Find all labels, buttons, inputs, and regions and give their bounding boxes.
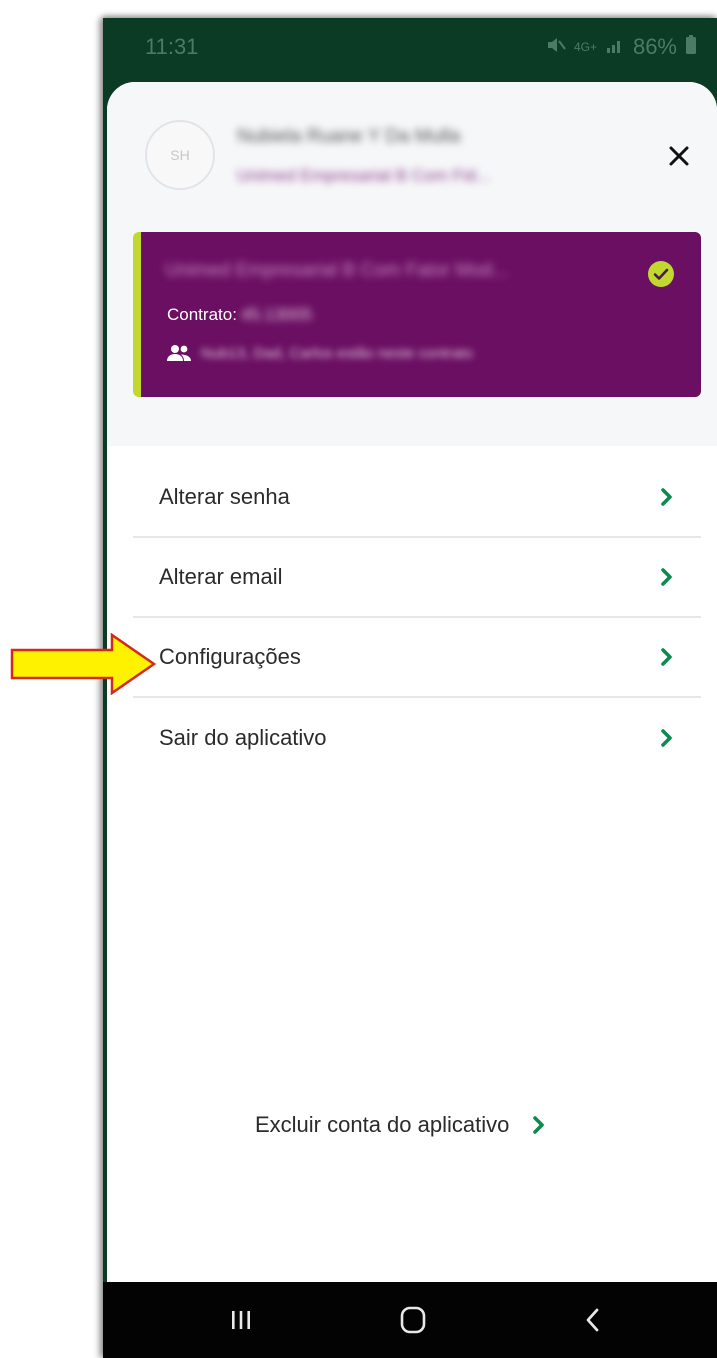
contract-label: Contrato: xyxy=(167,305,237,324)
status-bar: 11:31 4G+ 86% xyxy=(103,18,717,78)
user-name: Nubiela Ruane Y Da Mulla xyxy=(237,126,461,147)
chevron-right-icon xyxy=(533,1116,545,1134)
menu-item-alterar-senha[interactable]: Alterar senha xyxy=(133,458,701,538)
battery-percent: 86% xyxy=(632,34,677,59)
contract-number-row: Contrato: 45.13005 xyxy=(167,305,312,325)
mute-icon xyxy=(546,36,566,59)
system-nav-bar xyxy=(103,1282,717,1358)
menu-item-label: Alterar email xyxy=(159,564,283,589)
close-icon xyxy=(669,146,689,166)
chevron-right-icon xyxy=(661,568,672,586)
close-button[interactable] xyxy=(661,138,697,174)
delete-account-link[interactable]: Excluir conta do aplicativo xyxy=(255,1112,547,1138)
account-menu: Alterar senha Alterar email Configuraçõe… xyxy=(133,458,701,778)
menu-item-alterar-email[interactable]: Alterar email xyxy=(133,538,701,618)
contract-plan-title: Unimed Empresarial B Com Fator Mod... xyxy=(165,260,509,281)
avatar: SH xyxy=(145,120,215,190)
people-icon xyxy=(167,345,191,361)
beneficiaries-text: Nub13, Dad, Carlos estão neste contrato xyxy=(201,344,473,362)
contract-card[interactable]: Unimed Empresarial B Com Fator Mod... Co… xyxy=(133,232,701,397)
recent-apps-icon xyxy=(232,1311,250,1329)
status-icons: 4G+ 86% xyxy=(546,34,697,60)
user-plan: Unimed Empresarial B Com Fid... xyxy=(237,166,491,185)
network-type-icon: 4G+ xyxy=(573,40,597,54)
menu-item-configuracoes[interactable]: Configurações xyxy=(133,618,701,698)
annotation-arrow-icon xyxy=(10,633,156,695)
page: 11:31 4G+ 86% SH Nubiela Ruane Y Da Mull… xyxy=(0,0,717,1358)
contract-number: 45.13005 xyxy=(240,305,312,324)
back-button[interactable] xyxy=(573,1300,613,1340)
delete-account-label: Excluir conta do aplicativo xyxy=(255,1112,510,1137)
recent-apps-button[interactable] xyxy=(221,1300,261,1340)
home-icon xyxy=(400,1306,426,1334)
signal-icon xyxy=(605,36,625,59)
phone-screen: 11:31 4G+ 86% SH Nubiela Ruane Y Da Mull… xyxy=(103,18,717,1358)
chevron-right-icon xyxy=(661,488,672,506)
menu-item-label: Alterar senha xyxy=(159,484,290,509)
beneficiaries-row: Nub13, Dad, Carlos estão neste contrato xyxy=(167,344,473,362)
chevron-right-icon xyxy=(661,729,672,747)
status-time: 11:31 xyxy=(145,34,199,59)
menu-item-sair[interactable]: Sair do aplicativo xyxy=(133,698,701,778)
chevron-right-icon xyxy=(661,648,672,666)
avatar-initials: SH xyxy=(170,147,190,163)
account-sheet: SH Nubiela Ruane Y Da Mulla Unimed Empre… xyxy=(107,82,717,1282)
check-circle-icon xyxy=(648,261,674,287)
back-icon xyxy=(586,1308,599,1332)
menu-item-label: Sair do aplicativo xyxy=(159,725,327,750)
battery-icon xyxy=(685,34,697,60)
menu-item-label: Configurações xyxy=(159,644,301,669)
profile-header: SH Nubiela Ruane Y Da Mulla Unimed Empre… xyxy=(107,82,717,446)
home-button[interactable] xyxy=(393,1300,433,1340)
